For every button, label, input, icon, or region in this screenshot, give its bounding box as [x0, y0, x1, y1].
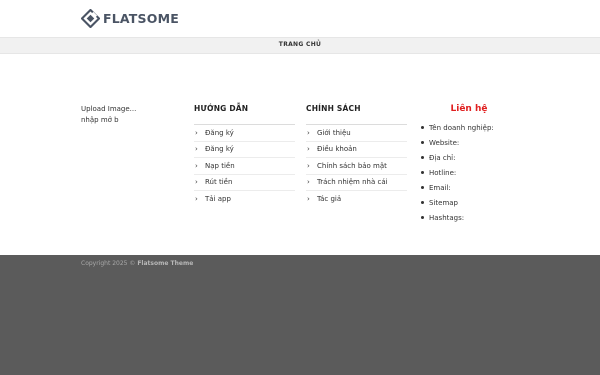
bullet-dot-icon: [421, 201, 424, 204]
widget-policy: CHÍNH SÁCH › Giới thiệu › Điều khoản › Chín…: [306, 104, 407, 208]
bullet-dot-icon: [421, 156, 424, 159]
chevron-right-icon: ›: [307, 128, 310, 137]
contact-item-hotline: Hotline:: [419, 165, 529, 180]
guide-item-register[interactable]: › Đăng ký: [194, 125, 295, 142]
contact-list: Tên doanh nghiệp: Website: Địa chỉ: Hotl…: [419, 120, 529, 225]
guide-menu: › Đăng ký › Đăng ký › Nạp tiền › Rút tiền › T…: [194, 125, 295, 208]
widget-contact: Liên hệ Tên doanh nghiệp: Website: Địa c…: [419, 104, 529, 225]
chevron-right-icon: ›: [307, 195, 310, 204]
guide-item-register-2[interactable]: › Đăng ký: [194, 142, 295, 158]
contact-item-sitemap[interactable]: Sitemap: [419, 195, 529, 210]
upload-image-text: Upload Image...: [81, 105, 137, 113]
chevron-right-icon: ›: [307, 178, 310, 187]
contact-item-address: Địa chỉ:: [419, 150, 529, 165]
widget-guide: HƯỚNG DẪN › Đăng ký › Đăng ký › Nạp tiền › R…: [194, 104, 295, 208]
page: FLATSOME TRANG CHỦ Upload Image... nhập …: [0, 0, 600, 375]
bullet-dot-icon: [421, 126, 424, 129]
bullet-dot-icon: [421, 141, 424, 144]
site-header: FLATSOME: [0, 0, 600, 37]
chevron-right-icon: ›: [195, 145, 198, 154]
contact-item-email: Email:: [419, 180, 529, 195]
contact-title: Liên hệ: [450, 104, 488, 114]
chevron-right-icon: ›: [307, 161, 310, 170]
policy-item-author[interactable]: › Tác giả: [306, 191, 407, 208]
policy-item-about[interactable]: › Giới thiệu: [306, 125, 407, 142]
logo-text: FLATSOME: [103, 11, 179, 26]
copyright-prefix: Copyright 2025 ©: [81, 260, 136, 267]
site-logo[interactable]: FLATSOME: [81, 9, 179, 28]
policy-item-terms[interactable]: › Điều khoản: [306, 142, 407, 158]
copyright-text: Copyright 2025 © Flatsome Theme: [81, 260, 193, 267]
bullet-dot-icon: [421, 216, 424, 219]
guide-item-deposit[interactable]: › Nạp tiền: [194, 158, 295, 175]
policy-item-responsibility[interactable]: › Trách nhiệm nhà cái: [306, 175, 407, 191]
chevron-right-icon: ›: [195, 195, 198, 204]
footer-widgets: Upload Image... nhập mở b HƯỚNG DẪN › Đăn…: [0, 54, 600, 255]
contact-item-company: Tên doanh nghiệp:: [419, 120, 529, 135]
policy-menu: › Giới thiệu › Điều khoản › Chính sách bảo …: [306, 125, 407, 208]
guide-title: HƯỚNG DẪN: [194, 104, 249, 113]
upload-subtext: nhập mở b: [81, 116, 119, 124]
contact-item-hashtags: Hashtags:: [419, 210, 529, 225]
bullet-dot-icon: [421, 186, 424, 189]
chevron-right-icon: ›: [195, 128, 198, 137]
guide-item-withdraw[interactable]: › Rút tiền: [194, 175, 295, 191]
policy-item-privacy[interactable]: › Chính sách bảo mật: [306, 158, 407, 175]
widget-upload: Upload Image... nhập mở b: [81, 104, 181, 126]
site-footer: Copyright 2025 © Flatsome Theme: [0, 255, 600, 375]
contact-item-website: Website:: [419, 135, 529, 150]
guide-item-download-app[interactable]: › Tải app: [194, 191, 295, 208]
copyright-brand-link[interactable]: Flatsome Theme: [137, 260, 193, 267]
main-navigation: TRANG CHỦ: [0, 37, 600, 54]
nav-item-home[interactable]: TRANG CHỦ: [0, 41, 600, 48]
bullet-dot-icon: [421, 171, 424, 174]
policy-title: CHÍNH SÁCH: [306, 104, 361, 113]
chevron-right-icon: ›: [307, 145, 310, 154]
flatsome-logo-icon: [81, 9, 100, 28]
chevron-right-icon: ›: [195, 178, 198, 187]
chevron-right-icon: ›: [195, 161, 198, 170]
